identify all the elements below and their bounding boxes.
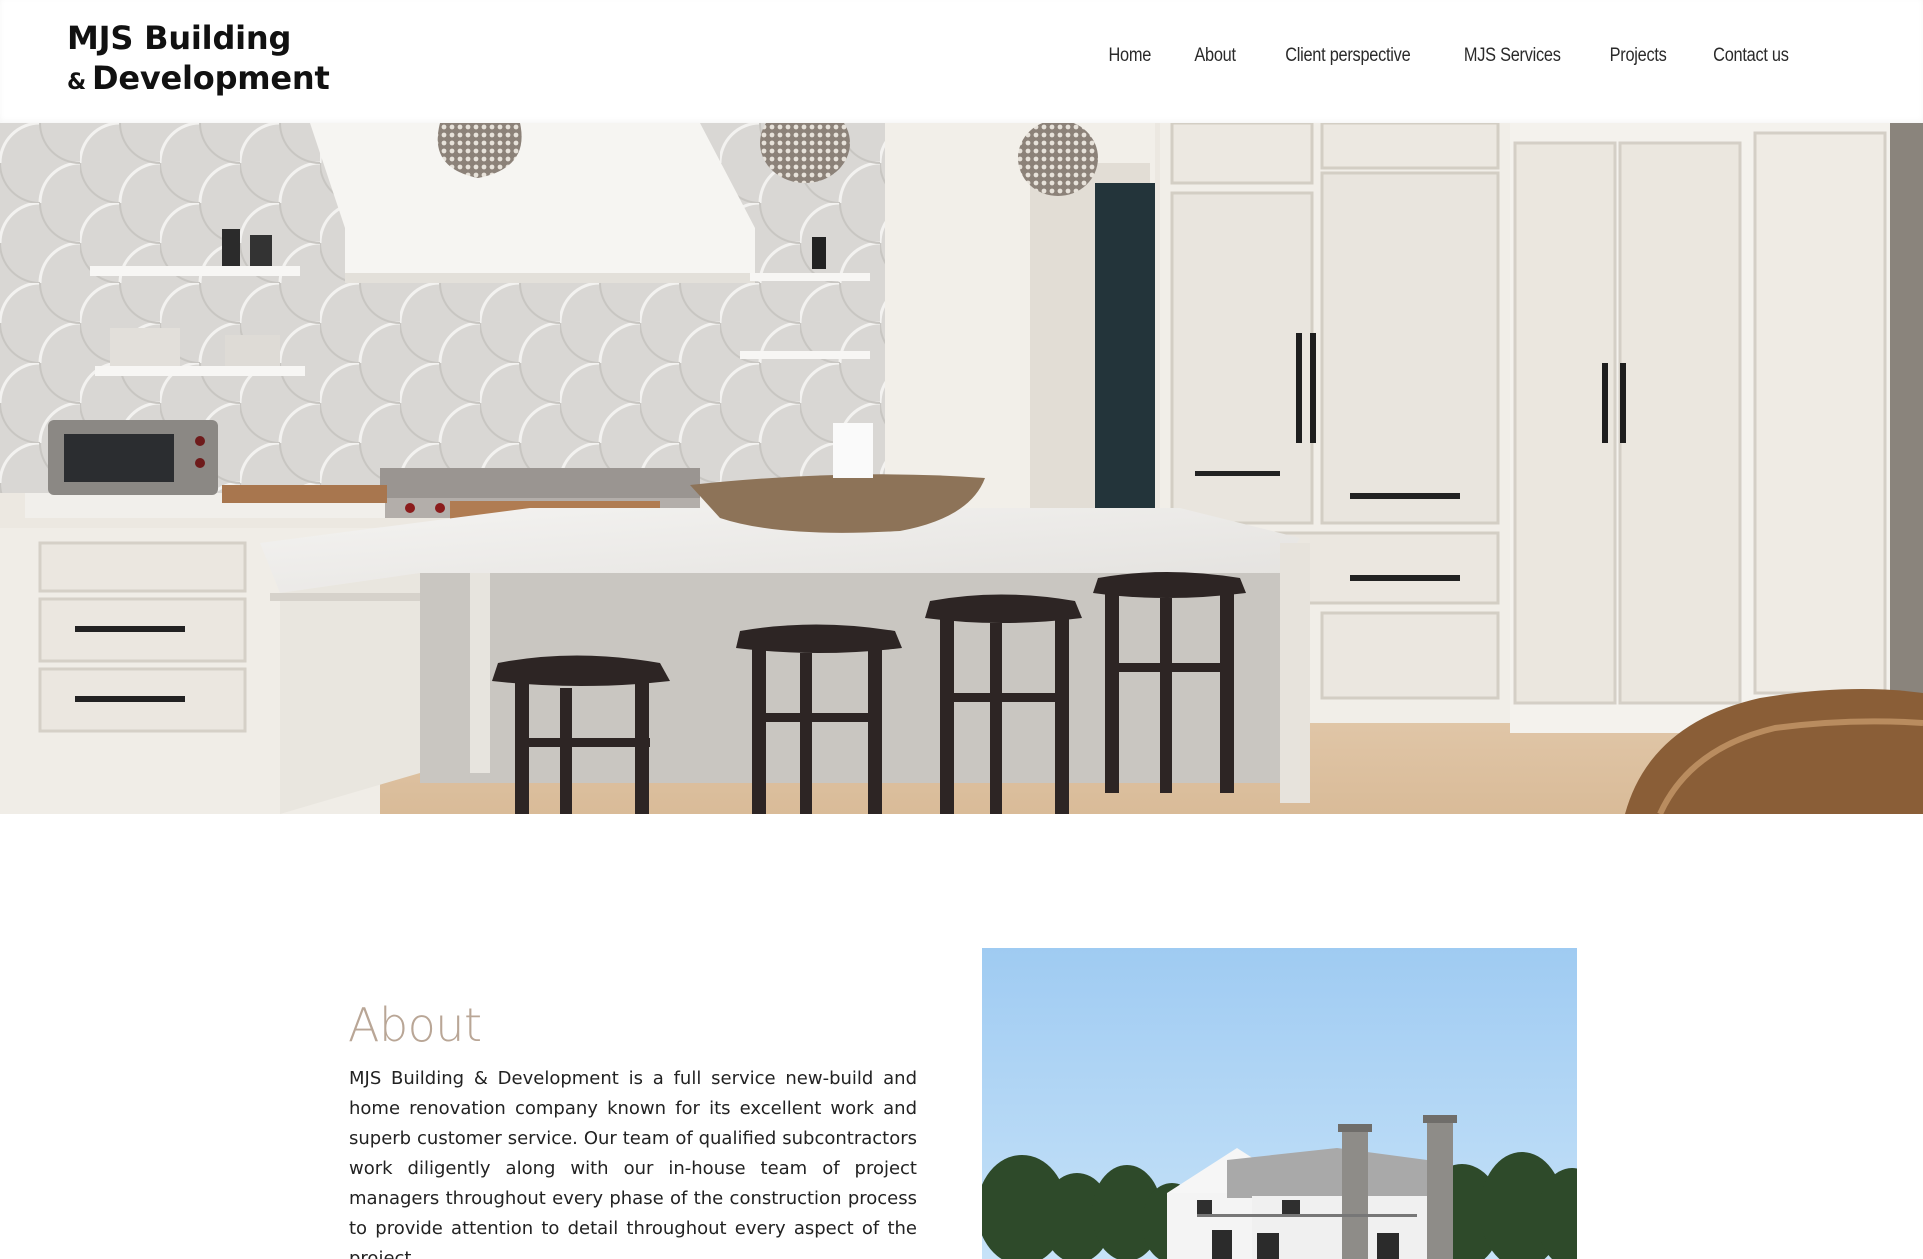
nav-item-home[interactable]: Home <box>1093 45 1167 67</box>
logo-line-1: MJS Building <box>67 19 292 57</box>
logo-line-2: & Development <box>67 58 330 103</box>
site-header: MJS Building & Development Home About Cli… <box>0 0 1923 123</box>
hero-image <box>0 123 1923 814</box>
site-logo[interactable]: MJS Building & Development <box>67 18 330 103</box>
kitchen-illustration <box>0 123 1923 814</box>
logo-line-2-text: Development <box>92 59 330 97</box>
nav-item-projects[interactable]: Projects <box>1594 45 1682 67</box>
house-illustration <box>982 948 1577 1259</box>
nav-item-mjs-services[interactable]: MJS Services <box>1449 45 1577 67</box>
nav-item-about[interactable]: About <box>1179 45 1251 67</box>
logo-ampersand: & <box>67 70 86 95</box>
about-heading: About <box>348 998 482 1052</box>
nav-item-contact-us[interactable]: Contact us <box>1698 45 1804 67</box>
main-nav: Home About Client perspective MJS Servic… <box>1087 45 1813 67</box>
page: MJS Building & Development Home About Cli… <box>0 0 1923 1259</box>
nav-item-client-perspective[interactable]: Client perspective <box>1269 45 1425 67</box>
about-house-photo <box>982 948 1577 1259</box>
about-body: MJS Building & Development is a full ser… <box>349 1068 917 1259</box>
